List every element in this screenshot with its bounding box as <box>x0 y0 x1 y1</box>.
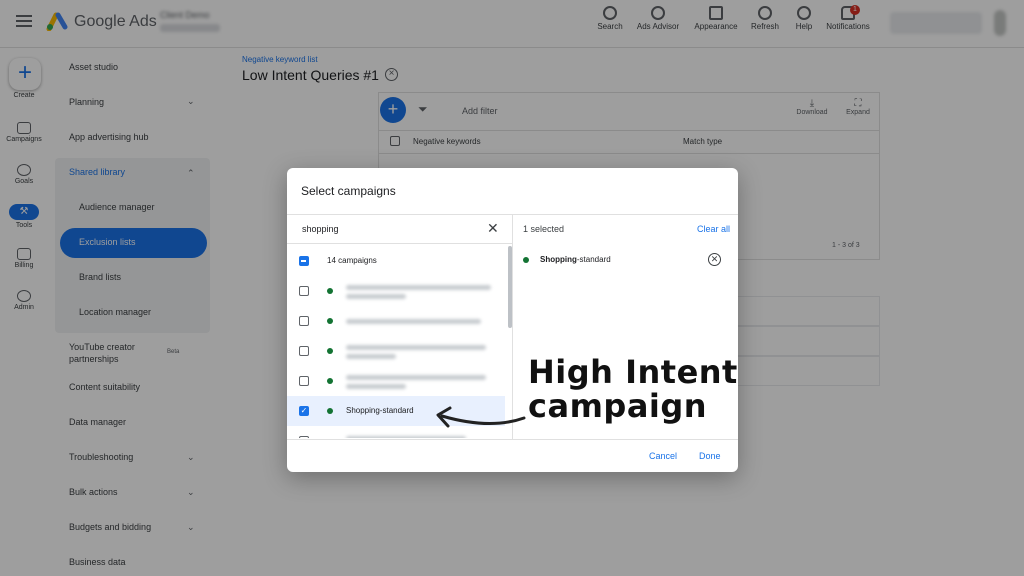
list-item[interactable] <box>287 276 505 306</box>
cancel-button[interactable]: Cancel <box>649 451 677 461</box>
dialog-title: Select campaigns <box>301 184 396 198</box>
campaign-search-input[interactable]: shopping <box>302 224 339 234</box>
list-scrollbar[interactable] <box>508 246 512 328</box>
selected-campaign-name-rest: -standard <box>576 255 611 264</box>
status-dot <box>327 348 333 354</box>
annotation-line-1: High Intent <box>528 353 738 391</box>
campaign-checkbox[interactable] <box>299 376 309 386</box>
selected-campaign-chip: Shopping-standard <box>540 255 611 264</box>
campaign-name: Shopping-standard <box>346 406 414 415</box>
list-item[interactable] <box>287 306 505 336</box>
divider <box>287 243 512 244</box>
redacted-campaign-name <box>346 285 491 290</box>
selected-campaign-name-bold: Shopping <box>540 255 577 264</box>
redacted-campaign-name <box>346 384 406 389</box>
clear-all-button[interactable]: Clear all <box>697 224 730 234</box>
select-all-campaigns-checkbox[interactable] <box>299 256 309 266</box>
campaign-checkbox[interactable] <box>299 286 309 296</box>
status-dot <box>523 257 529 263</box>
redacted-campaign-name <box>346 375 486 380</box>
redacted-campaign-name <box>346 294 406 299</box>
clear-search-icon[interactable]: ✕ <box>487 220 499 237</box>
remove-selection-icon[interactable]: ✕ <box>708 253 721 266</box>
redacted-campaign-name <box>346 319 481 324</box>
done-button[interactable]: Done <box>699 451 721 461</box>
status-dot <box>327 378 333 384</box>
campaign-checkbox[interactable] <box>299 436 309 438</box>
list-item-all[interactable]: 14 campaigns <box>287 246 505 276</box>
redacted-campaign-name <box>346 345 486 350</box>
annotation-text: High Intent campaign <box>528 355 738 423</box>
campaign-checkbox[interactable] <box>299 316 309 326</box>
campaign-checkbox[interactable] <box>299 346 309 356</box>
campaign-checkbox-checked[interactable]: ✓ <box>299 406 309 416</box>
status-dot <box>327 288 333 294</box>
list-item[interactable] <box>287 336 505 366</box>
selected-count: 1 selected <box>523 224 565 234</box>
status-dot <box>327 408 333 414</box>
redacted-campaign-name <box>346 354 396 359</box>
annotation-line-2: campaign <box>528 387 708 425</box>
all-campaigns-label: 14 campaigns <box>327 256 377 265</box>
status-dot <box>327 318 333 324</box>
